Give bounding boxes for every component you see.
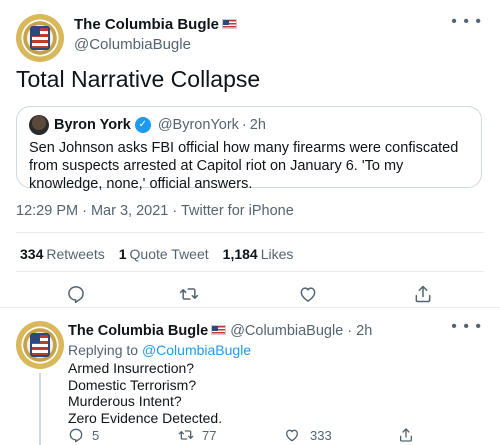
quote-tweet-stat[interactable]: 1 Quote Tweet [119,246,209,262]
share-button[interactable] [398,427,414,443]
quote-time: 2h [249,117,266,133]
verified-icon: ✓ [134,117,151,133]
quote-avatar [29,115,49,135]
separator-dot: · [347,323,353,339]
tweet-text: Total Narrative Collapse [16,66,261,92]
action-bar [0,284,500,304]
quote-label: Quote Tweet [129,246,209,262]
retweets-stat[interactable]: 334 Retweets [20,246,105,262]
reply-line: Murderous Intent? [68,393,182,409]
engagement-stats: 334 Retweets 1 Quote Tweet 1,184 Likes [20,246,293,262]
reply-line: Armed Insurrection? [68,360,195,376]
separator-dot: · [241,117,247,133]
reply-header: The Columbia Bugle @ColumbiaBugle · 2h [68,323,372,339]
avatar[interactable] [16,14,64,62]
reply-time[interactable]: 2h [356,323,372,339]
retweet-icon[interactable] [179,284,199,304]
avatar[interactable] [16,321,64,369]
retweet-icon [178,430,194,440]
heart-icon[interactable] [298,284,318,304]
more-icon[interactable]: • • • [451,14,482,30]
like-count: 333 [310,427,332,443]
more-icon[interactable]: • • • [451,319,482,335]
reply-button[interactable]: 5 [68,427,99,443]
author-block: The Columbia Bugle @ColumbiaBugle [74,16,238,53]
retweets-count: 334 [20,246,44,262]
us-flag-icon [211,325,227,335]
reply-action-bar: 5 77 333 [0,427,500,445]
quote-header: Byron York ✓ @ByronYork · 2h [29,115,266,135]
reply-icon[interactable] [66,284,86,304]
reply-line: Domestic Terrorism? [68,376,197,393]
divider [16,271,484,272]
share-icon[interactable] [413,284,433,304]
display-name[interactable]: The Columbia Bugle [68,323,208,339]
replying-to-link[interactable]: @ColumbiaBugle [142,342,251,358]
quote-handle: @ByronYork [157,117,239,133]
display-name[interactable]: The Columbia Bugle [74,16,219,33]
replying-prefix: Replying to [68,342,139,358]
quote-count: 1 [118,246,127,262]
replying-to: Replying to @ColumbiaBugle [68,342,251,358]
reply-text: Armed Insurrection? Domestic Terrorism? … [68,360,222,426]
retweet-button[interactable]: 77 [178,427,216,443]
retweet-count: 77 [202,427,217,443]
tweet-meta[interactable]: 12:29 PM · Mar 3, 2021 · Twitter for iPh… [16,203,294,219]
heart-icon [286,429,298,442]
divider [16,232,484,233]
share-icon [400,428,412,442]
quoted-tweet[interactable]: Byron York ✓ @ByronYork · 2h Sen Johnson… [16,106,482,192]
like-button[interactable]: 333 [284,427,332,443]
reply-line: Zero Evidence Detected. [68,409,223,426]
reply-count: 5 [92,427,100,443]
likes-label: Likes [260,246,294,262]
quote-text: Sen Johnson asks FBI official how many f… [29,140,459,192]
retweets-label: Retweets [46,246,105,262]
reply-icon [69,428,83,443]
us-flag-icon [222,19,238,29]
likes-stat[interactable]: 1,184 Likes [223,246,294,262]
main-tweet: The Columbia Bugle @ColumbiaBugle • • • … [0,0,500,308]
handle[interactable]: @ColumbiaBugle [230,323,343,339]
likes-count: 1,184 [222,246,258,262]
handle[interactable]: @ColumbiaBugle [74,36,237,53]
quote-display-name: Byron York [54,117,131,133]
reply-tweet[interactable]: The Columbia Bugle @ColumbiaBugle · 2h •… [0,309,500,445]
